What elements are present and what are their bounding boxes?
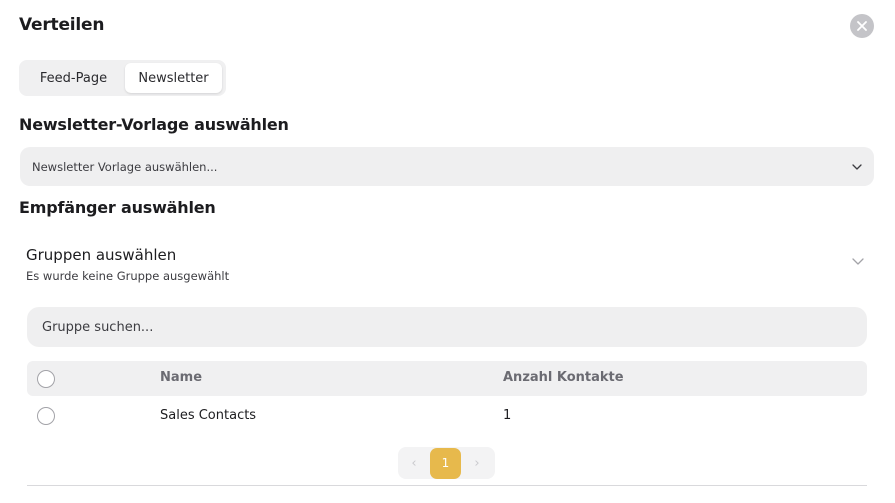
recipients-section-title: Empfänger auswählen — [19, 198, 216, 217]
tab-newsletter[interactable]: Newsletter — [125, 63, 222, 93]
previous-page-button[interactable]: ‹ — [398, 447, 430, 479]
contact-count-cell: 1 — [503, 408, 512, 423]
select-placeholder: Newsletter Vorlage auswählen... — [32, 159, 218, 174]
next-page-button[interactable]: › — [461, 447, 493, 479]
pagination: ‹ 1 › — [398, 447, 495, 479]
groups-accordion-title: Gruppen auswählen — [26, 246, 177, 264]
template-section-title: Newsletter-Vorlage auswählen — [19, 115, 289, 134]
column-header-count: Anzahl Kontakte — [503, 370, 624, 385]
group-name-cell: Sales Contacts — [160, 408, 257, 423]
table-row[interactable]: Sales Contacts 1 — [27, 396, 867, 436]
tab-feed-page[interactable]: Feed-Page — [22, 63, 125, 93]
close-icon — [857, 21, 867, 31]
page-1-button[interactable]: 1 — [430, 447, 461, 479]
select-all-checkbox[interactable] — [37, 370, 55, 388]
chevron-down-icon — [852, 258, 864, 265]
column-header-name: Name — [160, 370, 203, 385]
groups-accordion-subtitle: Es wurde keine Gruppe ausgewählt — [26, 269, 230, 283]
row-checkbox[interactable] — [37, 407, 55, 425]
table-header: Name Anzahl Kontakte — [27, 361, 867, 396]
dialog-title: Verteilen — [19, 15, 105, 35]
chevron-down-icon — [852, 163, 862, 170]
groups-table: Name Anzahl Kontakte Sales Contacts 1 — [27, 361, 867, 436]
group-search-input[interactable] — [27, 307, 867, 347]
divider — [27, 485, 867, 486]
newsletter-template-select[interactable]: Newsletter Vorlage auswählen... — [20, 147, 874, 186]
groups-accordion[interactable]: Gruppen auswählen Es wurde keine Gruppe … — [26, 244, 871, 288]
close-button[interactable] — [850, 14, 874, 38]
distribution-tabs: Feed-Page Newsletter — [19, 60, 226, 96]
